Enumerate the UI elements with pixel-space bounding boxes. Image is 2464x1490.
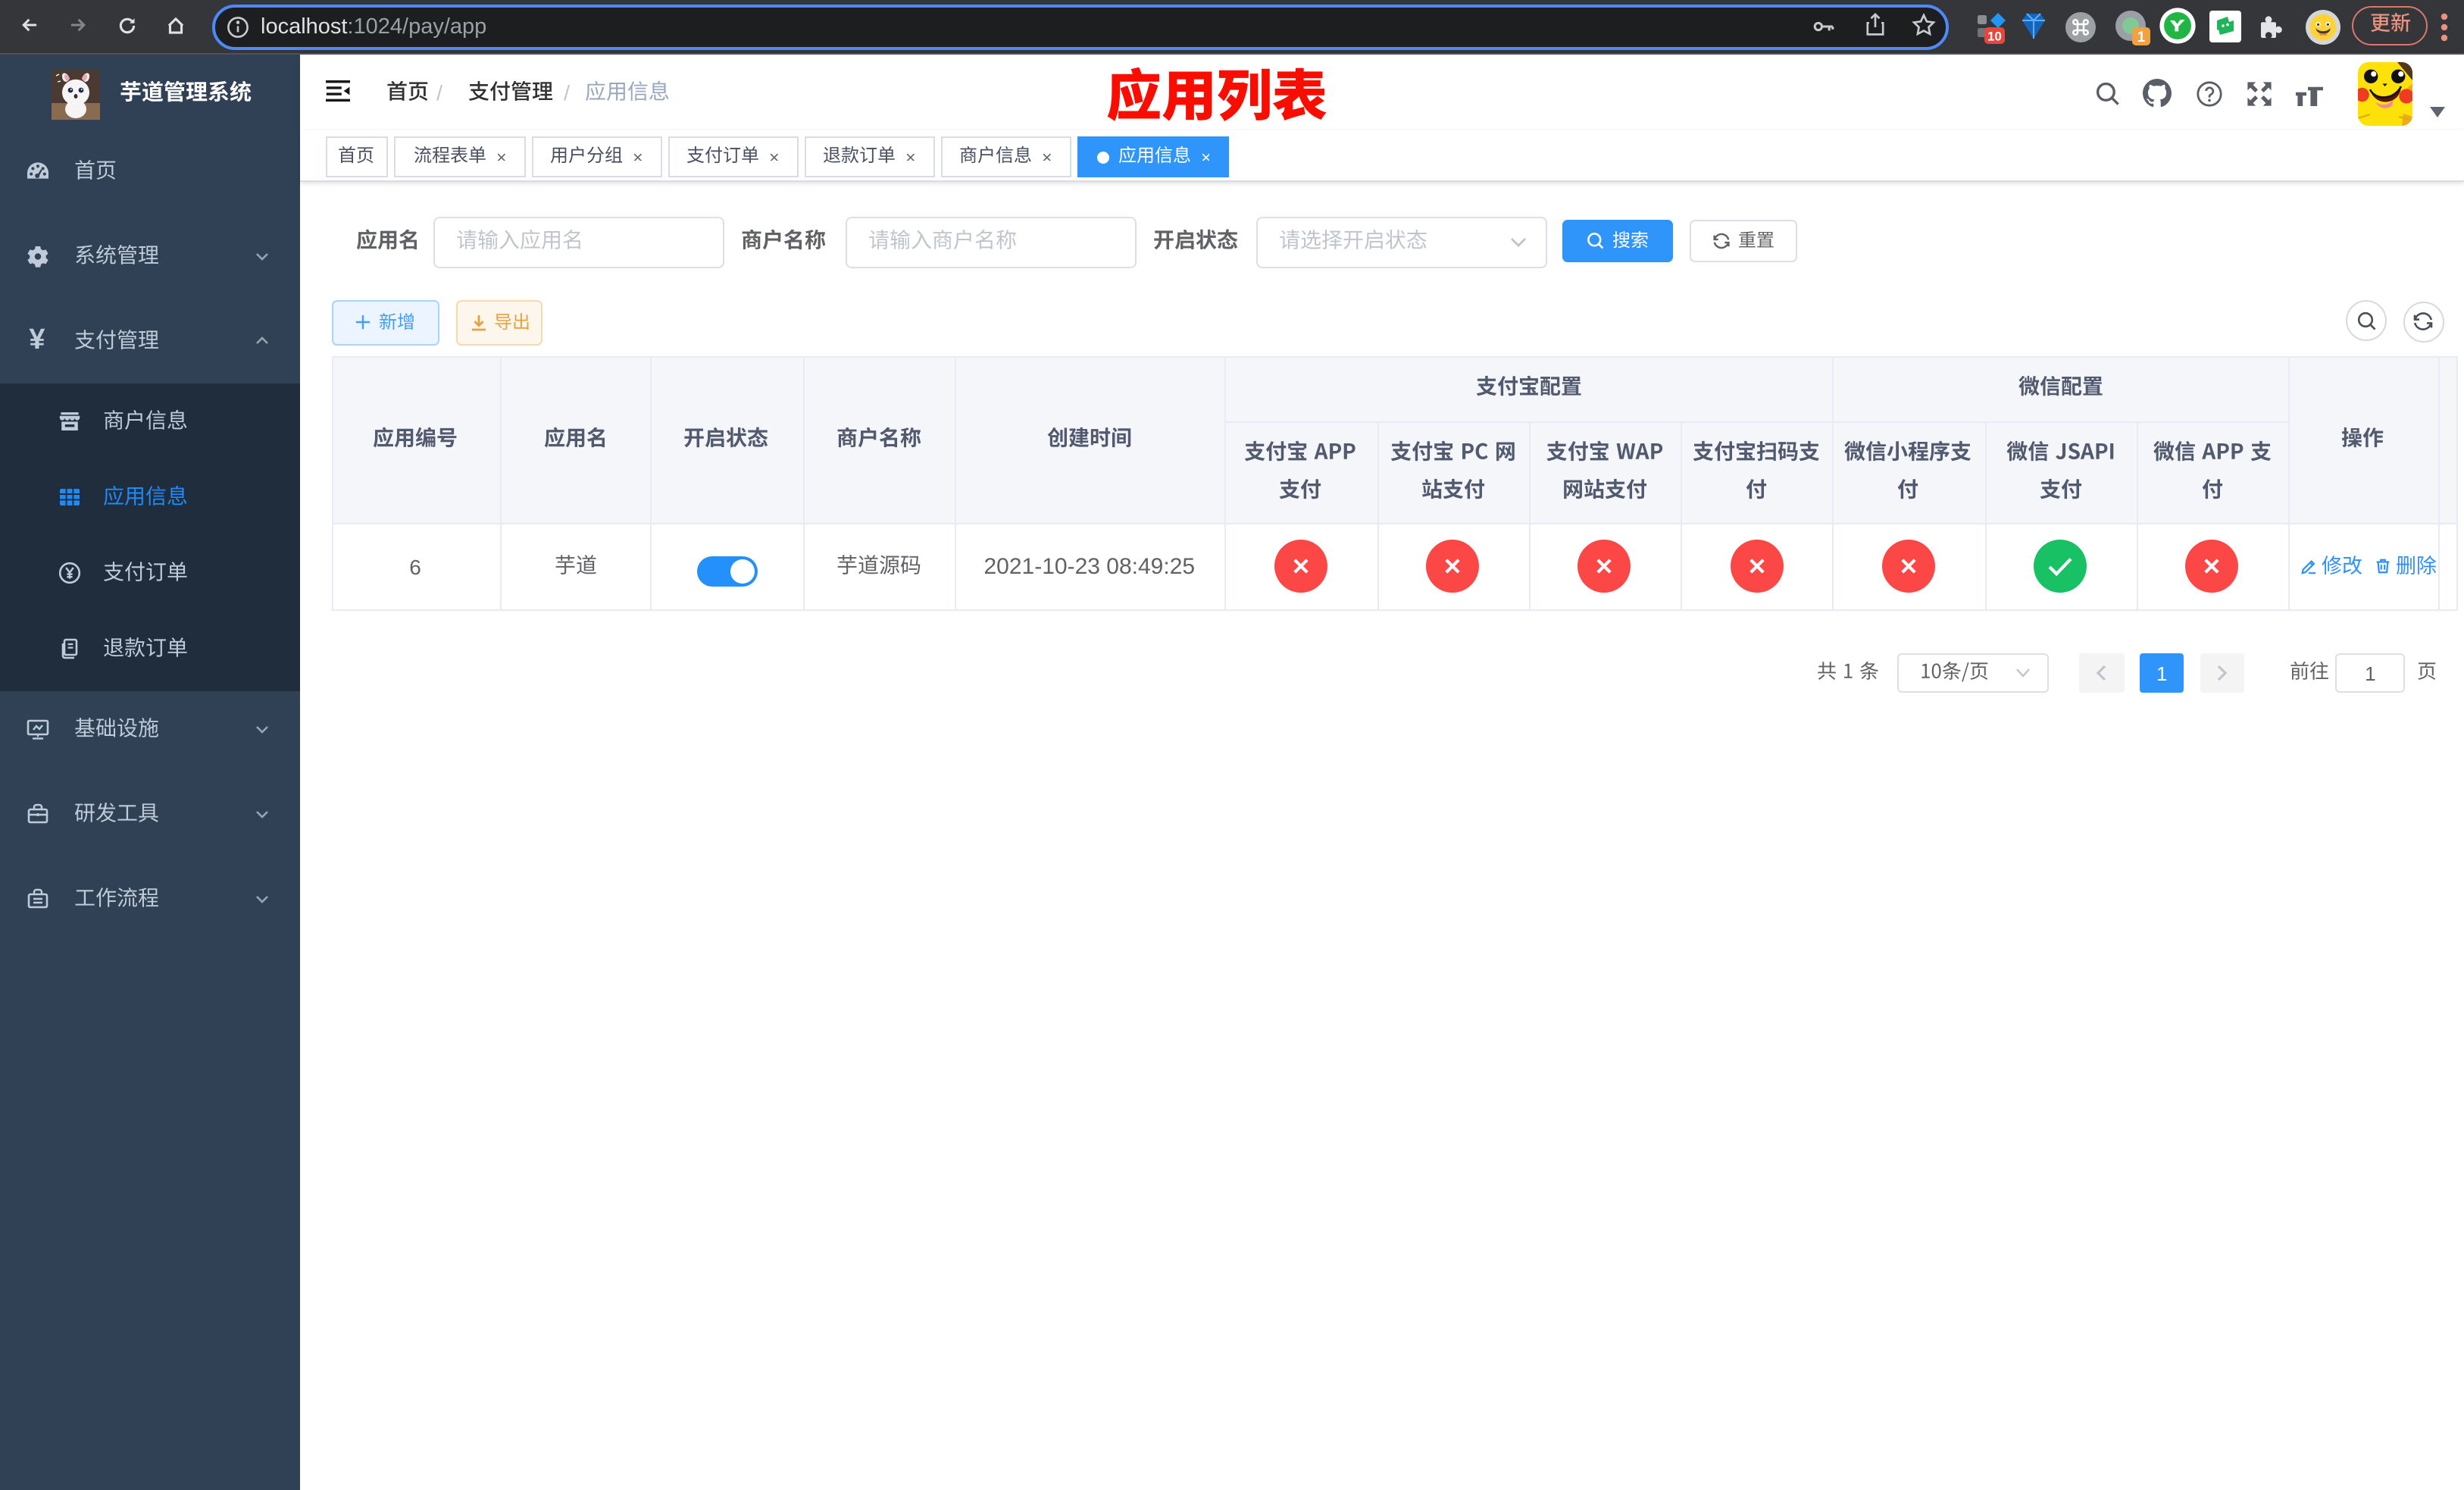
svg-text:10: 10 [1987,30,2002,44]
svg-text:1: 1 [2137,30,2146,45]
